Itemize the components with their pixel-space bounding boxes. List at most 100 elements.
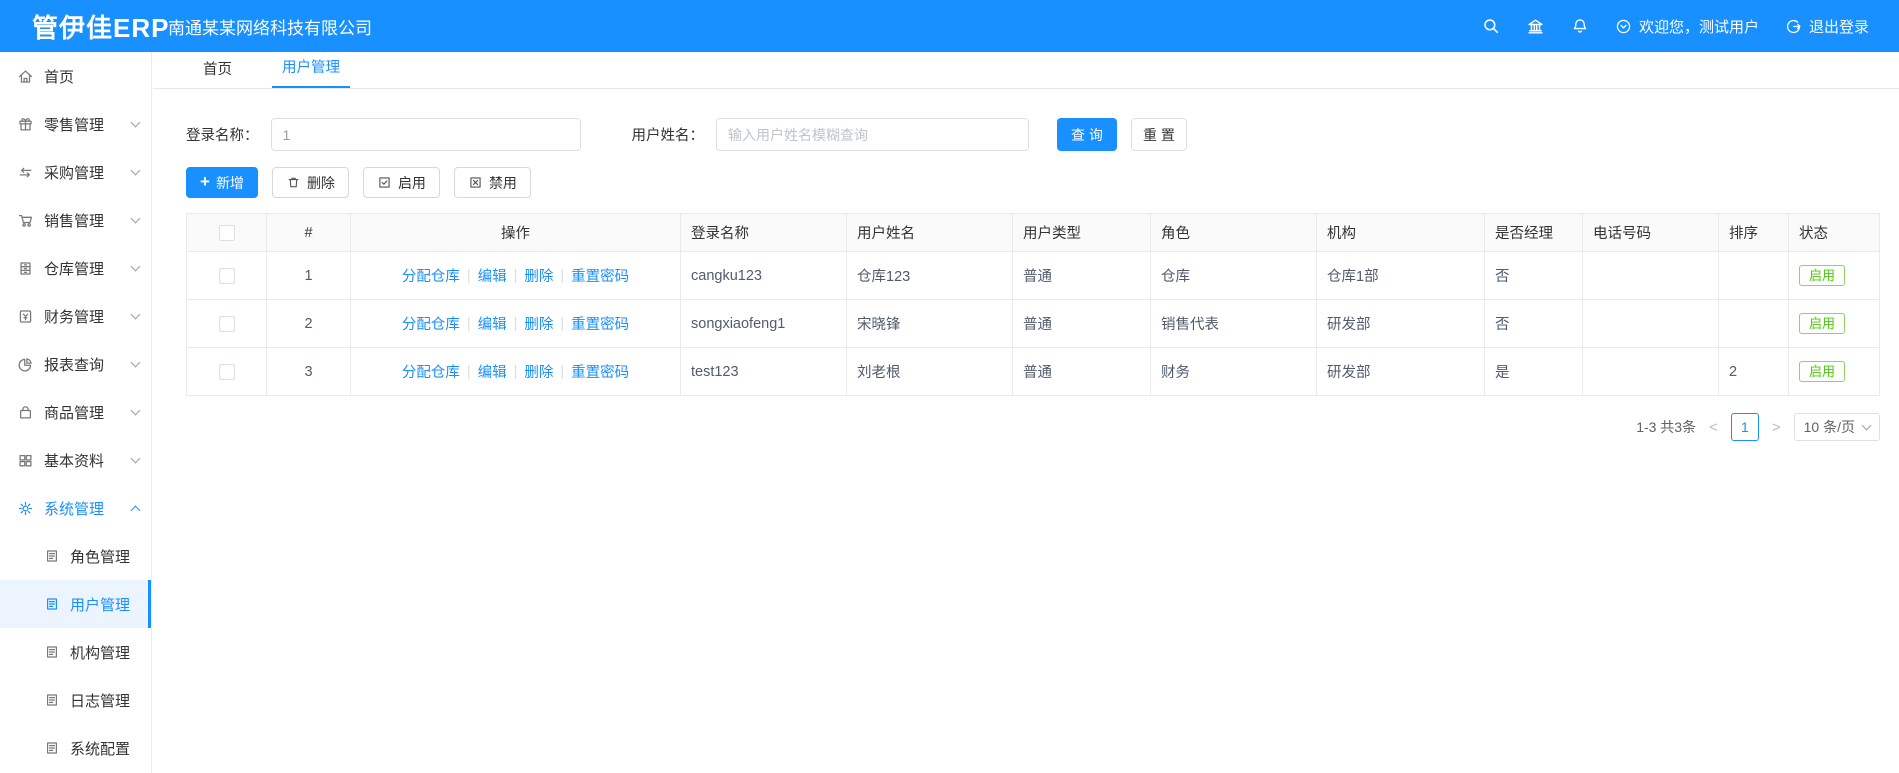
- tab-home[interactable]: 首页: [193, 58, 242, 88]
- delete-link[interactable]: 删除: [524, 361, 553, 382]
- chevron-down-icon: [130, 405, 141, 416]
- sidebar-item-basedata[interactable]: 基本资料: [0, 436, 151, 484]
- sidebar-item-finance[interactable]: 财务管理: [0, 292, 151, 340]
- sidebar-item-label: 基本资料: [44, 452, 105, 470]
- sidebar-item-system[interactable]: 系统管理: [0, 484, 151, 532]
- cell-org: 研发部: [1317, 348, 1485, 396]
- cell-name: 刘老根: [847, 348, 1013, 396]
- row-checkbox[interactable]: [218, 363, 235, 380]
- reset-button[interactable]: 重 置: [1131, 118, 1187, 151]
- search-icon[interactable]: [1482, 17, 1500, 35]
- sidebar-item-report[interactable]: 报表查询: [0, 340, 151, 388]
- sidebar-item-purchase[interactable]: 采购管理: [0, 148, 151, 196]
- logout-button[interactable]: 退出登录: [1785, 16, 1869, 37]
- sidebar-subitem-label: 系统配置: [70, 740, 131, 758]
- cell-role: 仓库: [1151, 252, 1317, 300]
- reset-password-link[interactable]: 重置密码: [571, 265, 629, 286]
- sidebar-subitem-org[interactable]: 机构管理: [0, 628, 151, 676]
- chevron-down-icon: [130, 261, 141, 272]
- col-status: 状态: [1789, 214, 1879, 252]
- tab-bar: 首页 用户管理: [153, 52, 1899, 89]
- sidebar-item-retail[interactable]: 零售管理: [0, 100, 151, 148]
- document-icon: [46, 598, 58, 610]
- pie-chart-icon: [18, 357, 32, 371]
- disable-button[interactable]: 禁用: [453, 167, 531, 198]
- bell-icon[interactable]: [1571, 17, 1589, 35]
- bag-icon: [19, 405, 32, 419]
- col-name: 用户姓名: [847, 214, 1013, 252]
- assign-warehouse-link[interactable]: 分配仓库: [402, 265, 460, 286]
- user-name-input[interactable]: [716, 118, 1029, 151]
- welcome-text: 欢迎您，测试用户: [1638, 18, 1759, 36]
- sidebar-item-label: 商品管理: [44, 404, 105, 422]
- sidebar-item-sales[interactable]: 销售管理: [0, 196, 151, 244]
- row-checkbox[interactable]: [218, 315, 235, 332]
- status-badge: 启用: [1799, 313, 1846, 334]
- add-button[interactable]: + 新增: [186, 167, 258, 198]
- table-header-row: # 操作 登录名称 用户姓名 用户类型 角色 机构 是否经理 电话号码 排序 状…: [187, 214, 1879, 252]
- enable-button[interactable]: 启用: [362, 167, 440, 198]
- sidebar-item-label: 采购管理: [44, 164, 105, 182]
- sidebar-item-goods[interactable]: 商品管理: [0, 388, 151, 436]
- assign-warehouse-link[interactable]: 分配仓库: [402, 313, 460, 334]
- tab-user-management[interactable]: 用户管理: [272, 56, 350, 88]
- chevron-up-icon: [130, 505, 141, 515]
- page-size-select[interactable]: 10 条/页: [1793, 413, 1880, 441]
- logout-label: 退出登录: [1808, 18, 1869, 36]
- login-name-label: 登录名称：: [186, 128, 259, 144]
- sidebar-item-label: 仓库管理: [44, 260, 105, 278]
- sidebar-subitem-log[interactable]: 日志管理: [0, 676, 151, 724]
- reset-password-link[interactable]: 重置密码: [571, 313, 629, 334]
- check-square-icon: [379, 177, 390, 188]
- sidebar-item-warehouse[interactable]: 仓库管理: [0, 244, 151, 292]
- page-number[interactable]: 1: [1730, 413, 1759, 441]
- col-actions: 操作: [351, 214, 681, 252]
- sidebar-item-label: 报表查询: [44, 356, 105, 374]
- cell-role: 财务: [1151, 348, 1317, 396]
- logout-icon: [1786, 19, 1801, 33]
- plus-icon: +: [200, 172, 210, 191]
- query-button[interactable]: 查 询: [1057, 118, 1117, 151]
- delete-link[interactable]: 删除: [524, 265, 553, 286]
- edit-link[interactable]: 编辑: [478, 361, 507, 382]
- prev-page-icon[interactable]: <: [1706, 419, 1721, 436]
- sidebar-subitem-user[interactable]: 用户管理: [0, 580, 151, 628]
- cell-name: 仓库123: [847, 252, 1013, 300]
- user-dropdown-icon: [1616, 19, 1631, 33]
- cell-role: 销售代表: [1151, 300, 1317, 348]
- col-login: 登录名称: [681, 214, 847, 252]
- sidebar-item-label: 财务管理: [44, 308, 105, 326]
- cell-manager: 否: [1485, 252, 1583, 300]
- cell-status: 启用: [1789, 300, 1879, 348]
- delete-button[interactable]: 删除: [271, 167, 349, 198]
- reset-password-link[interactable]: 重置密码: [571, 361, 629, 382]
- cart-icon: [18, 214, 33, 227]
- grid-icon: [19, 454, 32, 466]
- assign-warehouse-link[interactable]: 分配仓库: [402, 361, 460, 382]
- sidebar-item-home[interactable]: 首页: [0, 52, 151, 100]
- chevron-down-icon: [130, 309, 141, 320]
- main-content: 首页 用户管理 登录名称： 用户姓名： 查 询 重 置 + 新增 删除 启用: [153, 52, 1899, 773]
- col-type: 用户类型: [1013, 214, 1151, 252]
- document-icon: [46, 550, 58, 562]
- next-page-icon[interactable]: >: [1769, 419, 1784, 436]
- home-icon: [18, 69, 33, 83]
- edit-link[interactable]: 编辑: [478, 313, 507, 334]
- bank-icon[interactable]: [1526, 17, 1545, 36]
- user-name-label: 用户姓名：: [631, 128, 705, 144]
- cabinet-icon: [20, 261, 31, 275]
- sidebar-subitem-role[interactable]: 角色管理: [0, 532, 151, 580]
- sidebar-subitem-config[interactable]: 系统配置: [0, 724, 151, 772]
- cell-actions: 分配仓库 | 编辑 | 删除 | 重置密码: [351, 348, 681, 396]
- x-square-icon: [470, 177, 481, 188]
- select-all-checkbox[interactable]: [218, 224, 235, 241]
- user-menu[interactable]: 欢迎您，测试用户: [1615, 16, 1759, 37]
- delete-link[interactable]: 删除: [524, 313, 553, 334]
- cell-actions: 分配仓库 | 编辑 | 删除 | 重置密码: [351, 252, 681, 300]
- row-checkbox[interactable]: [218, 267, 235, 284]
- cell-org: 研发部: [1317, 300, 1485, 348]
- login-name-input[interactable]: [270, 118, 581, 151]
- sidebar-item-label: 首页: [44, 68, 75, 86]
- edit-link[interactable]: 编辑: [478, 265, 507, 286]
- gift-icon: [19, 117, 32, 131]
